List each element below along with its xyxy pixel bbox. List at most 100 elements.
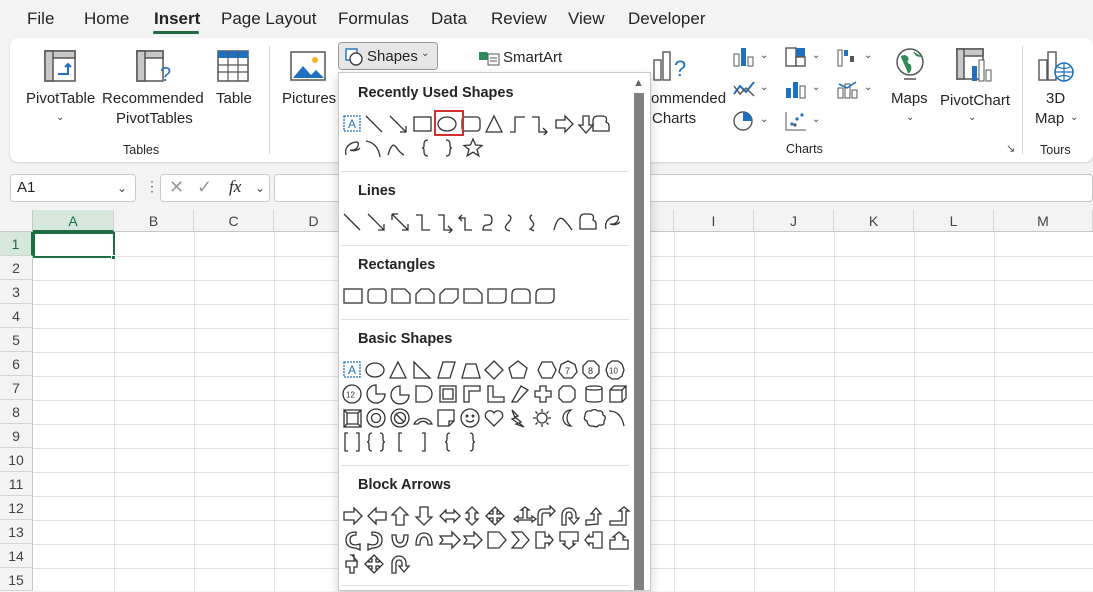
plaque-shape[interactable] [558, 385, 576, 403]
chevron-down-icon[interactable]: ⌄ [760, 50, 768, 61]
heptagon-shape[interactable]: 7 [558, 360, 578, 379]
pivotchart-button[interactable]: PivotChart [940, 92, 1010, 109]
select-all-corner[interactable] [0, 210, 33, 232]
chevron-down-icon[interactable]: ⌄ [864, 50, 872, 61]
diagonal-stripe-shape[interactable] [510, 385, 530, 403]
recommended-pivottables-button[interactable]: Recommended [102, 90, 204, 107]
pivottable-button[interactable]: PivotTable [26, 90, 95, 107]
line-chart-icon[interactable] [732, 78, 756, 100]
scribble-shape[interactable] [604, 215, 621, 230]
maps-button[interactable]: Maps [891, 90, 928, 107]
elbow-double-arrow-shape[interactable] [458, 214, 472, 231]
text-box-shape[interactable]: A [343, 361, 361, 378]
circular-arrow-shape[interactable] [391, 555, 411, 574]
scatter-chart-icon[interactable] [784, 110, 808, 132]
quad-arrow-callout-shape[interactable] [364, 554, 384, 574]
elbow-connector-shape[interactable] [416, 214, 430, 231]
curved-right-arrow-shape[interactable] [345, 531, 361, 551]
right-bracket-shape[interactable] [422, 432, 426, 452]
row-header-5[interactable]: 5 [0, 328, 33, 352]
half-frame-shape[interactable] [463, 385, 481, 403]
flowchart-shape[interactable] [592, 115, 610, 132]
curve-shape[interactable] [387, 144, 405, 156]
arrow-line-shape[interactable] [367, 213, 385, 231]
snip-round-rectangle-shape[interactable] [463, 288, 483, 304]
chevron-down-icon[interactable]: ⌄ [906, 112, 914, 123]
right-brace-shape[interactable] [469, 432, 476, 452]
table-button[interactable]: Table [216, 90, 252, 107]
round-diagonal-rectangle-shape[interactable] [535, 288, 555, 304]
scrollbar[interactable] [634, 93, 644, 590]
curved-left-arrow-shape[interactable] [367, 531, 383, 551]
trapezoid-shape[interactable] [461, 363, 481, 379]
row-header-3[interactable]: 3 [0, 280, 33, 304]
parallelogram-shape[interactable] [437, 361, 456, 379]
menu-data[interactable]: Data [431, 9, 467, 29]
bent-up-arrow-shape[interactable] [609, 506, 631, 526]
snip-diagonal-rectangle-shape[interactable] [439, 288, 459, 304]
u-turn-arrow-shape[interactable] [561, 507, 581, 526]
curved-connector-shape[interactable] [482, 214, 493, 231]
snip-same-side-rectangle-shape[interactable] [415, 288, 435, 304]
recommended-charts-button[interactable]: ommended [651, 90, 726, 107]
right-arrow-shape[interactable] [555, 114, 574, 134]
menu-view[interactable]: View [568, 9, 605, 29]
chevron-down-icon[interactable]: ⌄ [812, 114, 820, 125]
up-arrow-shape[interactable] [390, 506, 410, 526]
up-down-arrow-shape[interactable] [464, 506, 480, 526]
hexagon-shape[interactable] [537, 361, 557, 379]
double-brace-shape[interactable] [366, 432, 386, 452]
left-right-up-arrow-shape[interactable] [512, 506, 538, 524]
striped-right-arrow-shape[interactable] [438, 530, 461, 550]
chord-shape[interactable] [390, 385, 410, 405]
chevron-shape[interactable] [510, 531, 530, 549]
row-header-9[interactable]: 9 [0, 424, 33, 448]
up-arrow-callout-shape[interactable] [609, 531, 629, 550]
curved-down-arrow-shape[interactable] [415, 532, 433, 546]
down-arrow-callout-shape[interactable] [559, 531, 579, 550]
double-arrow-line-shape[interactable] [391, 213, 409, 231]
shapes-button[interactable]: Shapes ⌄ [338, 42, 438, 70]
curved-double-arrow-shape[interactable] [528, 214, 535, 232]
left-brace-shape[interactable] [444, 432, 451, 452]
line-shape[interactable] [365, 115, 383, 133]
row-header-14[interactable]: 14 [0, 544, 33, 568]
no-symbol-shape[interactable] [390, 408, 410, 428]
left-arrow-shape[interactable] [367, 506, 387, 526]
heart-shape[interactable] [484, 410, 504, 427]
left-brace-shape[interactable] [421, 139, 429, 157]
dodecagon-shape[interactable]: 12 [342, 384, 362, 404]
left-right-arrow-callout-shape[interactable] [345, 554, 359, 574]
teardrop-shape[interactable] [415, 385, 433, 403]
column-header-i[interactable]: I [674, 210, 754, 232]
bent-arrow-shape[interactable] [537, 505, 556, 526]
triangle-shape[interactable] [484, 114, 504, 133]
rectangle-shape[interactable] [343, 288, 363, 304]
left-right-arrow-shape[interactable] [439, 508, 461, 524]
column-header-m[interactable]: M [994, 210, 1093, 232]
right-triangle-shape[interactable] [413, 360, 432, 379]
can-shape[interactable] [585, 385, 603, 403]
active-cell-a1[interactable] [33, 232, 115, 258]
row-header-13[interactable]: 13 [0, 520, 33, 544]
pie-chart-icon[interactable] [732, 110, 756, 132]
notched-right-arrow-shape[interactable] [462, 530, 483, 550]
cloud-shape[interactable] [583, 408, 606, 428]
snip-corner-rectangle-shape[interactable] [391, 288, 411, 304]
round-one-corner-rectangle-shape[interactable] [487, 288, 507, 304]
curve-shape[interactable] [553, 217, 573, 231]
octagon-shape[interactable]: 8 [582, 360, 600, 379]
rounded-rectangle-shape[interactable] [461, 116, 481, 132]
donut-shape[interactable] [366, 408, 386, 428]
pentagon-shape[interactable] [508, 360, 528, 379]
chevron-down-icon[interactable]: ⌄ [760, 82, 768, 93]
sun-shape[interactable] [533, 409, 551, 427]
dialog-launcher-icon[interactable]: ↘ [1006, 142, 1015, 155]
folded-corner-shape[interactable] [437, 409, 455, 427]
chevron-down-icon[interactable]: ⌄ [760, 114, 768, 125]
lightning-bolt-shape[interactable] [510, 409, 525, 428]
menu-file[interactable]: File [27, 9, 54, 29]
column-chart-icon[interactable] [732, 46, 756, 68]
smiley-face-shape[interactable] [460, 408, 480, 428]
cancel-icon[interactable]: ✕ [169, 177, 184, 198]
